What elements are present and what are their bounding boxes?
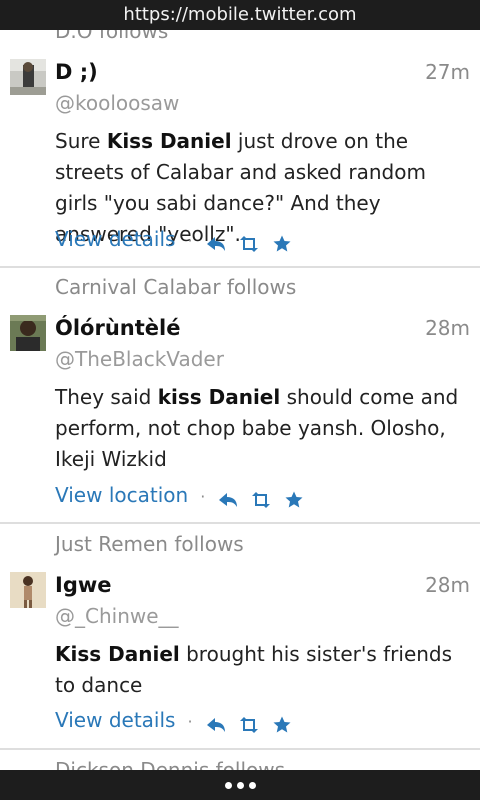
- tweet-time: 28m: [425, 316, 470, 340]
- star-icon[interactable]: [271, 235, 293, 253]
- retweet-icon[interactable]: [250, 491, 272, 509]
- avatar[interactable]: [10, 572, 46, 608]
- reply-icon[interactable]: [217, 491, 239, 509]
- tweet-author[interactable]: Igwe: [55, 573, 112, 597]
- tweet-handle[interactable]: @TheBlackVader: [55, 347, 224, 371]
- dot-shape: [249, 782, 256, 789]
- partial-context-bottom: Dickson Dennis follows: [55, 758, 286, 770]
- retweet-icon[interactable]: [238, 716, 260, 734]
- retweet-icon[interactable]: [238, 235, 260, 253]
- tweet-social-context: Just Remen follows: [55, 532, 244, 556]
- url-text: https://mobile.twitter.com: [123, 4, 357, 25]
- tweet-time: 27m: [425, 60, 470, 84]
- dot-shape: [225, 782, 232, 789]
- tweet-author[interactable]: Ólórùntèlé: [55, 316, 180, 340]
- separator-dot: ·: [200, 486, 206, 506]
- star-icon[interactable]: [271, 716, 293, 734]
- address-bar[interactable]: https://mobile.twitter.com: [0, 0, 480, 30]
- reply-icon[interactable]: [205, 716, 227, 734]
- divider: [0, 748, 480, 750]
- separator-dot: ·: [187, 230, 193, 250]
- star-icon[interactable]: [283, 491, 305, 509]
- divider: [0, 266, 480, 268]
- tweet-social-context: Carnival Calabar follows: [55, 275, 297, 299]
- tweet-actions: View details ·: [55, 707, 304, 733]
- tweet-author[interactable]: D ;): [55, 60, 98, 84]
- separator-dot: ·: [187, 711, 193, 731]
- tweet-text: They said kiss Daniel should come and pe…: [55, 385, 459, 471]
- tweet-handle[interactable]: @kooloosaw: [55, 91, 179, 115]
- reply-icon[interactable]: [205, 235, 227, 253]
- view-location-link[interactable]: View location: [55, 483, 188, 507]
- dot-shape: [237, 782, 244, 789]
- view-details-link[interactable]: View details: [55, 708, 175, 732]
- app-bar: [0, 770, 480, 800]
- avatar[interactable]: [10, 59, 46, 95]
- partial-context-top: D.O follows: [55, 30, 169, 43]
- timeline[interactable]: D.O follows D ;) 27m @kooloosaw Sure Kis…: [0, 30, 480, 770]
- tweet-time: 28m: [425, 573, 470, 597]
- tweet-actions: View location ·: [55, 482, 316, 508]
- divider: [0, 522, 480, 524]
- tweet-text: Kiss Daniel brought his sister's friends…: [55, 642, 453, 697]
- more-dots-icon[interactable]: [222, 777, 258, 793]
- avatar[interactable]: [10, 315, 46, 351]
- tweet-handle[interactable]: @_Chinwe__: [55, 604, 179, 628]
- view-details-link[interactable]: View details: [55, 227, 175, 251]
- tweet-actions: View details ·: [55, 226, 304, 252]
